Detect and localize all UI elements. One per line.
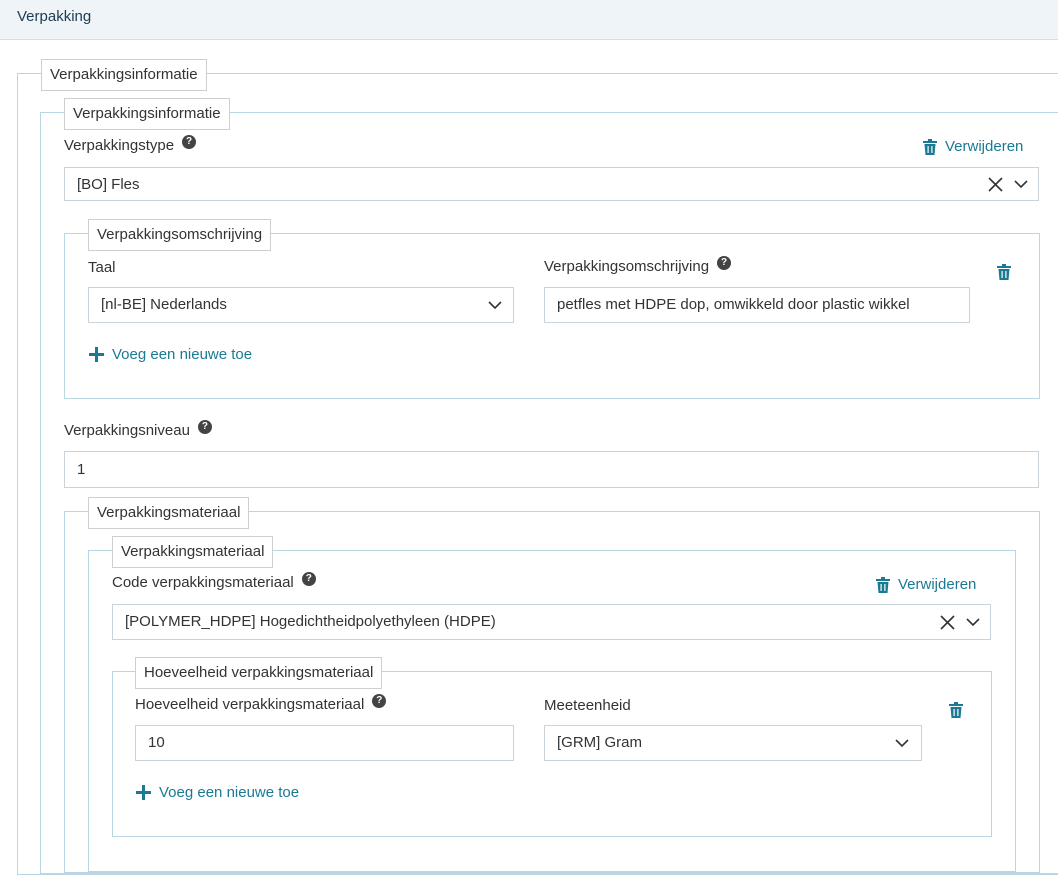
add-description-button[interactable]: Voeg een nieuwe toe bbox=[89, 346, 252, 363]
packaging-level-label: Verpakkingsniveau ? bbox=[64, 419, 212, 439]
remove-label: Verwijderen bbox=[898, 576, 977, 593]
trash-icon bbox=[876, 576, 890, 593]
material-code-label-text: Code verpakkingsmateriaal bbox=[112, 574, 294, 591]
language-value: [nl-BE] Nederlands bbox=[101, 296, 227, 313]
packaging-type-select[interactable]: [BO] Fles bbox=[64, 167, 1039, 201]
clear-icon[interactable] bbox=[988, 177, 1003, 192]
packaging-type-label-text: Verpakkingstype bbox=[64, 137, 175, 154]
help-icon[interactable]: ? bbox=[301, 571, 316, 586]
chevron-down-icon[interactable] bbox=[895, 737, 909, 749]
add-quantity-button[interactable]: Voeg een nieuwe toe bbox=[136, 784, 299, 801]
remove-packaging-type-button[interactable]: Verwijderen bbox=[923, 138, 1023, 155]
quantity-amount-value: 10 bbox=[148, 734, 165, 751]
packaging-level-input[interactable]: 1 bbox=[64, 451, 1039, 488]
unit-label: Meeteenheid bbox=[544, 697, 631, 714]
language-select[interactable]: [nl-BE] Nederlands bbox=[88, 287, 514, 323]
material-code-label: Code verpakkingsmateriaal ? bbox=[112, 571, 316, 591]
description-text-value: petfles met HDPE dop, omwikkeld door pla… bbox=[557, 296, 910, 313]
quantity-amount-input[interactable]: 10 bbox=[135, 725, 514, 761]
info-legend: Verpakkingsinformatie bbox=[64, 98, 230, 130]
delete-quantity-icon[interactable] bbox=[949, 702, 963, 718]
help-icon[interactable]: ? bbox=[197, 419, 212, 434]
quantity-amount-label-text: Hoeveelheid verpakkingsmateriaal bbox=[135, 696, 365, 713]
language-label: Taal bbox=[88, 259, 116, 276]
remove-label: Verwijderen bbox=[945, 138, 1024, 155]
packaging-type-label: Verpakkingstype ? bbox=[64, 134, 197, 154]
packaging-level-label-text: Verpakkingsniveau bbox=[64, 422, 190, 439]
remove-material-button[interactable]: Verwijderen bbox=[876, 576, 976, 593]
material-code-value: [POLYMER_HDPE] Hogedichtheidpolyethyleen… bbox=[125, 613, 496, 630]
unit-select[interactable]: [GRM] Gram bbox=[544, 725, 922, 761]
description-text-input[interactable]: petfles met HDPE dop, omwikkeld door pla… bbox=[544, 287, 970, 323]
help-icon[interactable]: ? bbox=[717, 255, 732, 270]
section-title: Verpakking bbox=[17, 8, 92, 25]
packaging-type-value: [BO] Fles bbox=[77, 176, 140, 193]
section-header[interactable]: Verpakking bbox=[0, 0, 1058, 40]
plus-icon bbox=[136, 785, 151, 800]
add-label: Voeg een nieuwe toe bbox=[159, 784, 300, 801]
chevron-down-icon[interactable] bbox=[966, 616, 980, 628]
plus-icon bbox=[89, 347, 104, 362]
material-code-select[interactable]: [POLYMER_HDPE] Hogedichtheidpolyethyleen… bbox=[112, 604, 991, 640]
description-text-label: Verpakkingsomschrijving ? bbox=[544, 255, 732, 275]
help-icon[interactable]: ? bbox=[182, 134, 197, 149]
add-label: Voeg een nieuwe toe bbox=[112, 346, 253, 363]
help-icon[interactable]: ? bbox=[372, 693, 387, 708]
material-outer-legend: Verpakkingsmateriaal bbox=[88, 497, 250, 529]
chevron-down-icon[interactable] bbox=[488, 299, 502, 311]
clear-icon[interactable] bbox=[940, 615, 955, 630]
material-legend: Verpakkingsmateriaal bbox=[112, 536, 274, 568]
quantity-amount-label: Hoeveelheid verpakkingsmateriaal ? bbox=[135, 693, 387, 713]
quantity-legend: Hoeveelheid verpakkingsmateriaal bbox=[135, 657, 383, 689]
unit-value: [GRM] Gram bbox=[557, 734, 642, 751]
outer-legend: Verpakkingsinformatie bbox=[41, 59, 207, 91]
description-legend: Verpakkingsomschrijving bbox=[88, 219, 272, 251]
packaging-level-value: 1 bbox=[77, 461, 86, 478]
trash-icon bbox=[923, 138, 937, 155]
chevron-down-icon[interactable] bbox=[1014, 178, 1028, 190]
description-text-label-text: Verpakkingsomschrijving bbox=[544, 258, 710, 275]
delete-description-icon[interactable] bbox=[997, 264, 1011, 280]
